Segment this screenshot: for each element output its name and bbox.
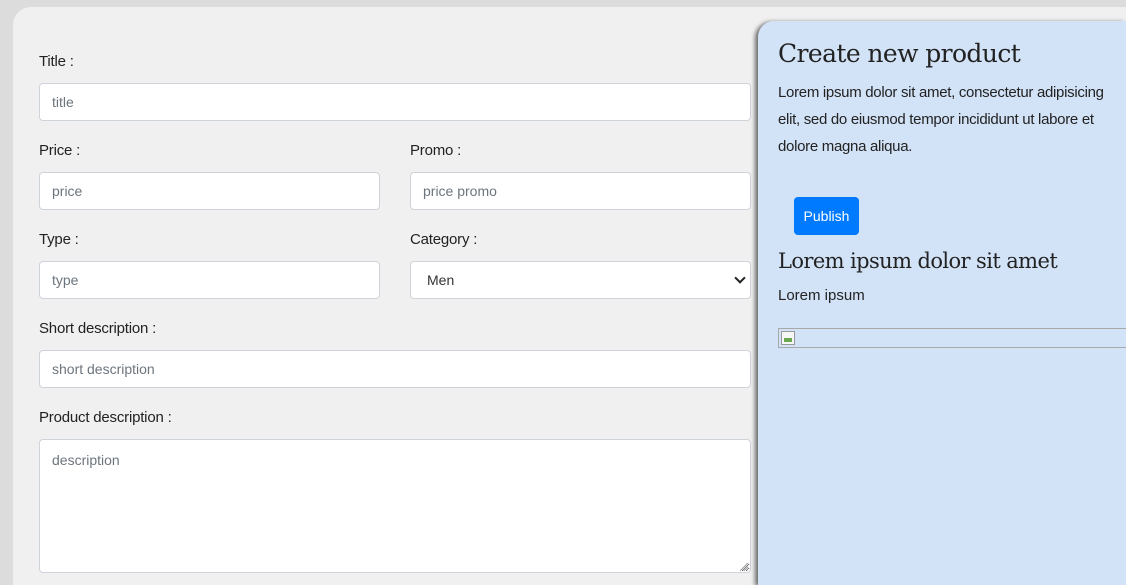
type-input[interactable] — [39, 261, 380, 299]
resize-handle-icon[interactable] — [740, 563, 748, 571]
panel-title: Create new product — [778, 39, 1021, 68]
short-description-label: Short description : — [39, 320, 157, 337]
panel-description: Lorem ipsum dolor sit amet, consectetur … — [778, 84, 1104, 155]
preview-image — [778, 328, 1126, 348]
product-description-textarea[interactable] — [39, 439, 751, 573]
product-description-label: Product description : — [39, 409, 172, 426]
category-label: Category : — [410, 231, 478, 248]
preview-subtitle: Lorem ipsum — [778, 287, 865, 304]
preview-title: Lorem ipsum dolor sit amet — [778, 249, 1058, 273]
price-input[interactable] — [39, 172, 380, 210]
promo-label: Promo : — [410, 142, 462, 159]
publish-button[interactable]: Publish — [794, 197, 859, 235]
product-preview-panel: Create new product Lorem ipsum dolor sit… — [758, 21, 1126, 585]
title-label: Title : — [39, 53, 74, 70]
type-label: Type : — [39, 231, 79, 248]
title-input[interactable] — [39, 83, 751, 121]
price-label: Price : — [39, 142, 81, 159]
broken-image-icon — [781, 331, 795, 345]
category-select[interactable]: Men — [410, 261, 751, 299]
promo-input[interactable] — [410, 172, 751, 210]
short-description-input[interactable] — [39, 350, 751, 388]
